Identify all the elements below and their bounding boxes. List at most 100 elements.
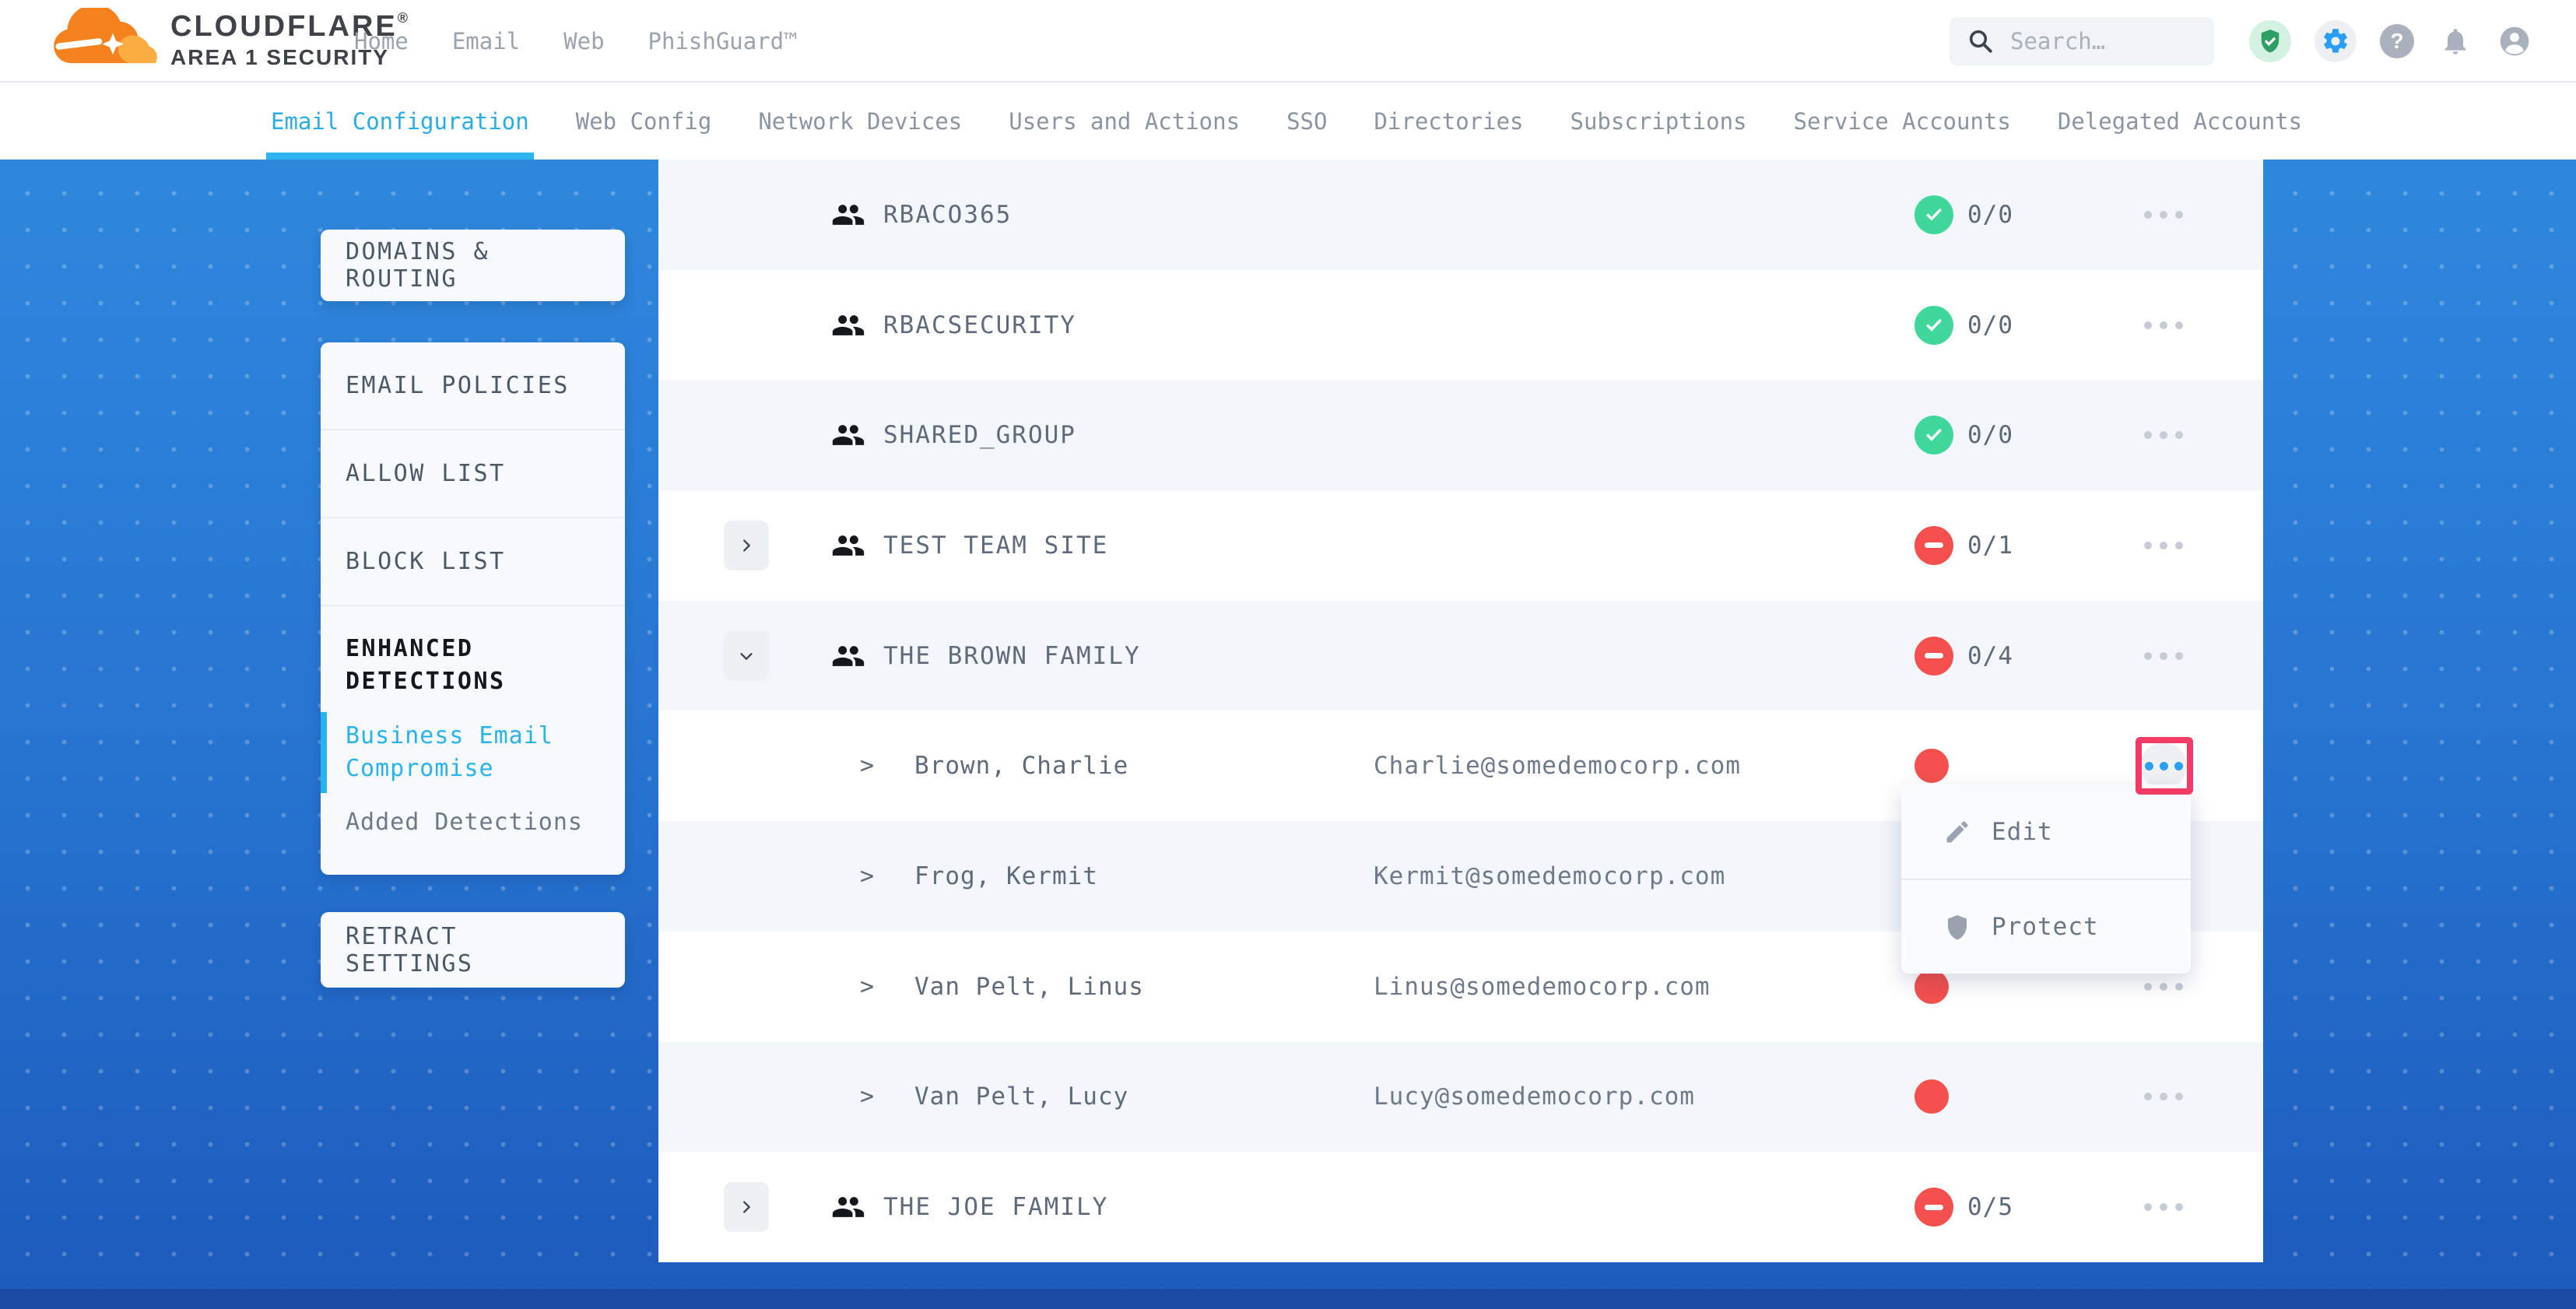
status-alert-icon bbox=[1914, 526, 1953, 565]
status-flag-dot bbox=[1914, 1079, 1949, 1114]
user-caret[interactable]: > bbox=[860, 1083, 874, 1111]
group-icon bbox=[831, 308, 865, 342]
user-caret[interactable]: > bbox=[860, 862, 874, 890]
tab-users-and-actions[interactable]: Users and Actions bbox=[1009, 82, 1240, 160]
nav-phishguard[interactable]: PhishGuard™ bbox=[648, 28, 798, 54]
user-name: Brown, Charlie bbox=[914, 752, 1128, 780]
tab-directories[interactable]: Directories bbox=[1374, 82, 1523, 160]
tab-network-devices[interactable]: Network Devices bbox=[758, 82, 962, 160]
search-icon bbox=[1967, 27, 1995, 55]
tab-delegated-accounts[interactable]: Delegated Accounts bbox=[2058, 82, 2302, 160]
context-menu-item-protect[interactable]: Protect bbox=[1901, 879, 2191, 973]
status-badge: 0/1 bbox=[1914, 526, 2013, 565]
nav-email[interactable]: Email bbox=[452, 28, 520, 54]
header-icons: ? bbox=[2249, 0, 2532, 82]
context-menu-label: Edit bbox=[1992, 818, 2053, 846]
table-row-group: SHARED_GROUP 0/0 bbox=[658, 380, 2263, 490]
expand-button[interactable] bbox=[724, 521, 769, 570]
group-name: TEST TEAM SITE bbox=[883, 532, 1108, 560]
status-ok-icon bbox=[1914, 306, 1953, 345]
sidebar-policies-card: EMAIL POLICIES ALLOW LIST BLOCK LIST ENH… bbox=[321, 342, 625, 875]
help-icon[interactable]: ? bbox=[2380, 24, 2414, 58]
protected-count: 0/0 bbox=[1967, 311, 2013, 339]
collapse-button[interactable] bbox=[724, 631, 769, 681]
row-menu-button[interactable] bbox=[2126, 652, 2201, 660]
table-row-group: TEST TEAM SITE 0/1 bbox=[658, 490, 2263, 601]
sidebar-item-allow-list[interactable]: ALLOW LIST bbox=[321, 430, 625, 518]
protected-count: 0/1 bbox=[1967, 532, 2013, 560]
user-avatar-icon[interactable] bbox=[2497, 23, 2532, 59]
search-box[interactable] bbox=[1950, 17, 2214, 65]
shield-check-icon[interactable] bbox=[2249, 20, 2291, 62]
context-menu-label: Protect bbox=[1992, 913, 2099, 941]
sidebar-item-business-email-compromise[interactable]: Business Email Compromise bbox=[321, 720, 625, 785]
user-caret[interactable]: > bbox=[860, 753, 874, 780]
status-alert-icon bbox=[1914, 637, 1953, 676]
sidebar-label: DOMAINS & ROUTING bbox=[346, 238, 600, 293]
group-icon bbox=[831, 639, 865, 673]
search-input[interactable] bbox=[2010, 28, 2181, 54]
group-icon bbox=[831, 528, 865, 563]
user-name: Frog, Kermit bbox=[914, 862, 1098, 890]
status-ok-icon bbox=[1914, 195, 1953, 234]
tab-subscriptions[interactable]: Subscriptions bbox=[1571, 82, 1747, 160]
expand-button[interactable] bbox=[724, 1182, 769, 1232]
row-menu-button[interactable] bbox=[2126, 1093, 2201, 1100]
protected-count: 0/4 bbox=[1967, 642, 2013, 670]
nav-home[interactable]: Home bbox=[354, 28, 409, 54]
sidebar-item-email-policies[interactable]: EMAIL POLICIES bbox=[321, 342, 625, 430]
status-badge: 0/0 bbox=[1914, 306, 2013, 345]
section-tabbar: Email Configuration Web Config Network D… bbox=[0, 82, 2576, 160]
status-flag-dot bbox=[1914, 749, 1949, 783]
table-row-group: THE BROWN FAMILY 0/4 bbox=[658, 601, 2263, 711]
cloudflare-cloud-icon bbox=[45, 8, 166, 72]
top-nav: Home Email Web PhishGuard™ bbox=[354, 0, 798, 82]
bell-icon[interactable] bbox=[2437, 23, 2473, 59]
sidebar-item-block-list[interactable]: BLOCK LIST bbox=[321, 518, 625, 606]
bottom-strip bbox=[0, 1289, 2576, 1309]
pencil-icon bbox=[1943, 818, 1971, 846]
row-menu-button[interactable] bbox=[2126, 211, 2201, 219]
table-row-group: RBACSECURITY 0/0 bbox=[658, 270, 2263, 381]
sidebar-item-enhanced-detections[interactable]: ENHANCED DETECTIONS bbox=[321, 633, 625, 698]
status-alert-icon bbox=[1914, 1188, 1953, 1227]
help-glyph: ? bbox=[2390, 29, 2403, 54]
row-menu-button[interactable] bbox=[2126, 542, 2201, 549]
sidebar-item-domains-routing[interactable]: DOMAINS & ROUTING bbox=[321, 230, 625, 301]
status-badge: 0/5 bbox=[1914, 1188, 2013, 1227]
status-ok-icon bbox=[1914, 416, 1953, 454]
user-name: Van Pelt, Linus bbox=[914, 973, 1144, 1001]
group-icon bbox=[831, 1190, 865, 1224]
chevron-down-icon bbox=[738, 647, 755, 665]
chevron-right-icon bbox=[738, 537, 755, 554]
shield-icon bbox=[1943, 913, 1971, 941]
chevron-right-icon bbox=[738, 1198, 755, 1216]
row-menu-button[interactable] bbox=[2126, 431, 2201, 439]
sidebar-item-added-detections[interactable]: Added Detections bbox=[321, 809, 625, 836]
table-row-group: THE JOE FAMILY 0/5 bbox=[658, 1152, 2263, 1262]
tab-email-configuration[interactable]: Email Configuration bbox=[271, 82, 529, 160]
table-row-group: RBACO365 0/0 bbox=[658, 160, 2263, 270]
user-caret[interactable]: > bbox=[860, 973, 874, 1000]
status-flag-dot bbox=[1914, 970, 1949, 1004]
tab-sso[interactable]: SSO bbox=[1286, 82, 1327, 160]
group-name: SHARED_GROUP bbox=[883, 421, 1076, 449]
row-menu-button[interactable] bbox=[2126, 321, 2201, 329]
row-menu-button-active[interactable] bbox=[2140, 742, 2187, 789]
status-badge: 0/0 bbox=[1914, 416, 2013, 454]
context-menu-item-edit[interactable]: Edit bbox=[1901, 784, 2191, 879]
gear-icon[interactable] bbox=[2315, 20, 2357, 62]
protected-count: 0/0 bbox=[1967, 201, 2013, 229]
user-email: Kermit@somedemocorp.com bbox=[1374, 862, 1725, 890]
group-icon bbox=[831, 198, 865, 232]
group-name: THE JOE FAMILY bbox=[883, 1193, 1108, 1221]
sidebar-item-retract-settings[interactable]: RETRACT SETTINGS bbox=[321, 912, 625, 988]
nav-web[interactable]: Web bbox=[563, 28, 604, 54]
row-menu-button[interactable] bbox=[2126, 1203, 2201, 1211]
tab-service-accounts[interactable]: Service Accounts bbox=[1794, 82, 2011, 160]
sidebar-label: BLOCK LIST bbox=[346, 548, 506, 575]
tab-web-config[interactable]: Web Config bbox=[576, 82, 712, 160]
protected-count: 0/5 bbox=[1967, 1193, 2013, 1221]
row-menu-button[interactable] bbox=[2126, 983, 2201, 991]
group-name: RBACO365 bbox=[883, 201, 1012, 229]
